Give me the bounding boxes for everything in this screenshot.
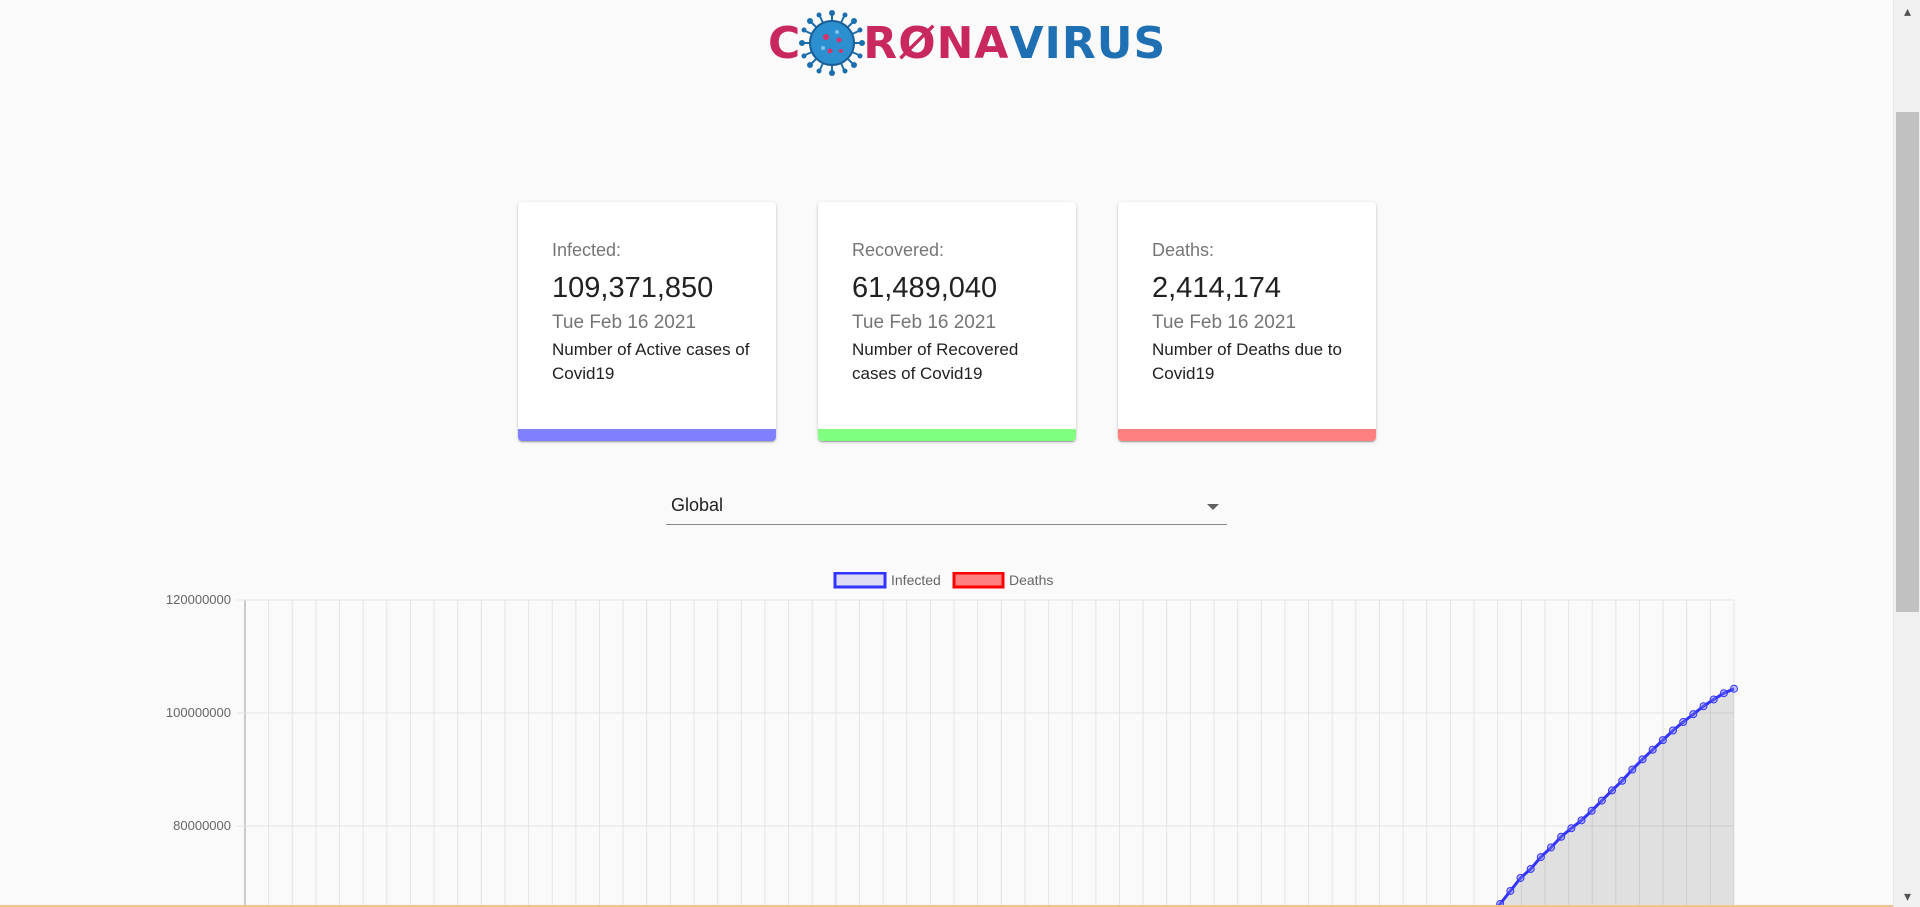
- line-chart: Infected Deaths 120000000 100000000 8000000…: [166, 572, 1738, 907]
- vertical-scrollbar[interactable]: ▴ ▾: [1893, 0, 1920, 907]
- legend-swatch-infected: [833, 572, 887, 589]
- data-point: [1516, 873, 1525, 882]
- data-point: [1547, 843, 1555, 852]
- virus-icon: [799, 10, 866, 76]
- country-select[interactable]: Global: [666, 490, 1227, 525]
- card-description: Number of Recovered cases of Covid19: [852, 340, 1019, 383]
- card-date: Tue Feb 16 2021: [852, 312, 997, 333]
- legend-label-infected: Infected: [891, 572, 941, 588]
- logo-text-c: C: [768, 17, 802, 69]
- vertical-gridlines: [244, 600, 1735, 907]
- data-point: [1567, 824, 1576, 833]
- card-title: Infected:: [552, 240, 622, 260]
- data-point: [1730, 684, 1738, 693]
- card-value: 109,371,850: [552, 272, 714, 304]
- scroll-up-icon[interactable]: ▴: [1894, 0, 1920, 22]
- y-tick-label: 100000000: [166, 705, 231, 720]
- card-color-bar: [1118, 429, 1376, 441]
- data-point: [1526, 864, 1535, 873]
- card-value: 61,489,040: [852, 272, 998, 304]
- y-axis-ticks: 120000000 100000000 80000000: [166, 592, 231, 833]
- card-color-bar: [818, 429, 1076, 441]
- card-date: Tue Feb 16 2021: [1152, 312, 1297, 333]
- data-point: [1719, 689, 1728, 698]
- data-point: [1577, 816, 1586, 825]
- chart-series: [1490, 684, 1738, 907]
- logo-text-o: Ø: [898, 17, 937, 69]
- data-point: [1679, 718, 1688, 727]
- scroll-down-icon[interactable]: ▾: [1894, 885, 1920, 907]
- deaths-card: Deaths: 2,414,174 Tue Feb 16 2021 Number…: [1118, 202, 1376, 441]
- chart-legend: Infected Deaths: [833, 572, 1053, 589]
- data-point: [1699, 702, 1708, 711]
- y-tick-label: 120000000: [166, 592, 231, 607]
- recovered-card: Recovered: 61,489,040 Tue Feb 16 2021 Nu…: [818, 202, 1076, 441]
- legend-swatch-deaths: [952, 572, 1005, 589]
- card-color-bar: [518, 429, 776, 441]
- country-select-value: Global: [671, 495, 724, 515]
- data-point: [1689, 710, 1698, 719]
- card-title: Recovered:: [852, 240, 945, 260]
- logo-text-r: R: [863, 17, 899, 69]
- data-point: [1628, 765, 1637, 774]
- card-title: Deaths:: [1152, 240, 1215, 260]
- data-point: [1536, 853, 1545, 862]
- data-point: [1608, 786, 1616, 795]
- data-point: [1648, 745, 1657, 754]
- data-point: [1506, 886, 1515, 895]
- dropdown-arrow-icon[interactable]: [1207, 504, 1219, 510]
- data-point: [1658, 736, 1667, 745]
- horizontal-gridlines: [237, 599, 1734, 827]
- y-tick-label: 80000000: [173, 818, 231, 833]
- logo-text-virus: VIRUS: [1009, 17, 1167, 69]
- logo-text-na: NA: [936, 17, 1010, 69]
- scrollbar-thumb[interactable]: [1896, 112, 1919, 612]
- card-value: 2,414,174: [1152, 272, 1282, 304]
- legend-label-deaths: Deaths: [1009, 572, 1053, 588]
- data-point: [1669, 726, 1677, 735]
- card-date: Tue Feb 16 2021: [552, 312, 697, 333]
- data-point: [1618, 776, 1627, 785]
- data-point: [1587, 806, 1596, 815]
- data-point: [1597, 796, 1606, 805]
- data-point: [1557, 832, 1566, 841]
- coronavirus-logo: C R Ø NA VIRUS: [768, 8, 1166, 78]
- infected-card: Infected: 109,371,850 Tue Feb 16 2021 Nu…: [518, 202, 776, 441]
- card-description: Number of Active cases of Covid19: [552, 340, 750, 383]
- data-point: [1638, 755, 1647, 764]
- card-description: Number of Deaths due to Covid19: [1152, 340, 1342, 383]
- data-point: [1709, 695, 1718, 704]
